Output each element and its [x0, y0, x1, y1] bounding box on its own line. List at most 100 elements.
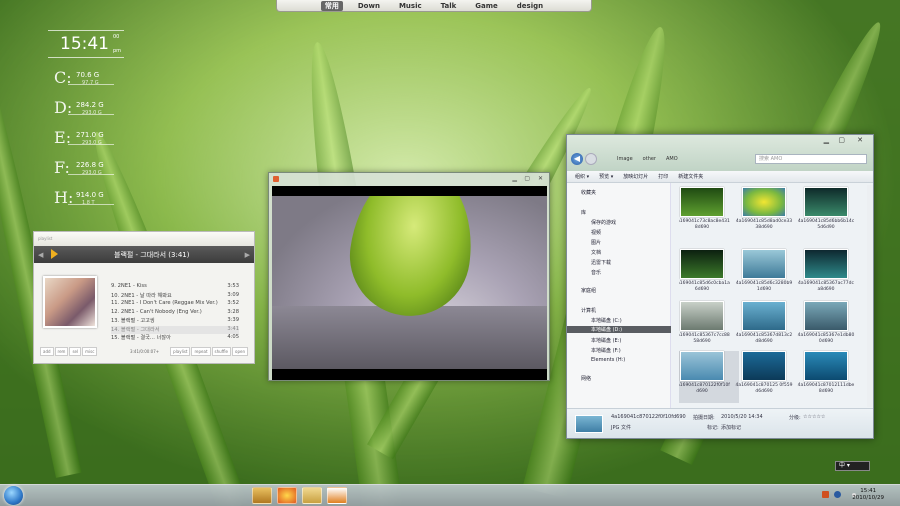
menu-item-game[interactable]: Game	[471, 2, 502, 10]
menu-item-talk[interactable]: Talk	[437, 2, 461, 10]
breadcrumb-item[interactable]: AMO	[666, 156, 678, 162]
organize-button[interactable]: 组织 ▾	[575, 173, 589, 180]
file-thumbnail[interactable]: 4a169041c85d6c0cba1a6d690	[679, 249, 739, 301]
file-thumbnail[interactable]: 4a169041c870125 0f559d6d690	[736, 351, 801, 403]
minimize-icon[interactable]: ▁	[512, 175, 517, 182]
misc-button[interactable]: misc	[82, 347, 98, 356]
drive-divider	[68, 144, 114, 145]
nav-library[interactable]: 库	[581, 209, 586, 216]
start-button-icon[interactable]	[4, 486, 23, 505]
file-thumbnail[interactable]: 4a169041c85367ac77dca8d690	[798, 249, 863, 301]
video-player-window: ▁ ▢ ✕	[268, 172, 550, 381]
playlist-button[interactable]: playlist	[170, 347, 191, 356]
tray-clock[interactable]: 15:41 2010/10/29	[852, 488, 884, 502]
breadcrumb-item[interactable]: other	[643, 156, 656, 162]
maximize-icon[interactable]: ▢	[524, 175, 530, 182]
nav-drive[interactable]: 本地磁盘 (E:)	[591, 337, 621, 344]
help-icon[interactable]	[834, 491, 841, 498]
details-tags-label: 标记:	[707, 425, 719, 431]
playlist-item[interactable]: 11. 2NE1 - I Don't Care (Reggae Mix Ver.…	[111, 300, 239, 309]
menu-item-common[interactable]: 常用	[320, 0, 343, 11]
nav-drive-selected[interactable]: 本地磁盘 (D:)	[567, 326, 671, 333]
nav-library-item[interactable]: 视频	[591, 229, 601, 236]
menu-item-music[interactable]: Music	[395, 2, 426, 10]
search-input[interactable]: 搜索 AMO	[755, 154, 867, 164]
tray-icon[interactable]	[822, 491, 829, 498]
file-grid-scrollbar[interactable]	[867, 185, 873, 407]
play-icon[interactable]	[51, 249, 58, 259]
select-button[interactable]: sel	[69, 347, 82, 356]
drive-divider	[68, 114, 114, 115]
file-thumbnail-selected[interactable]: 4a169041c870122f0f10fd690	[679, 351, 739, 403]
file-thumbnail[interactable]: 4a169041c87012111dbe8d690	[798, 351, 863, 403]
file-thumbnail[interactable]: 4a169041c85d6c3280b91d690	[736, 249, 801, 301]
open-button[interactable]: open	[232, 347, 248, 356]
taskbar-app-icon[interactable]	[277, 487, 297, 504]
nav-library-item[interactable]: 迅雷下载	[591, 259, 611, 266]
nav-library-item[interactable]: 文档	[591, 249, 601, 256]
remove-button[interactable]: rem	[54, 347, 69, 356]
nav-favorites[interactable]: 收藏夹	[581, 189, 596, 196]
file-thumbnail[interactable]: 4a169041c85367c7cc8858d690	[679, 301, 739, 353]
file-thumbnail[interactable]: 4a169041c85367e1db800d690	[798, 301, 863, 353]
back-icon[interactable]: ◀	[571, 153, 583, 165]
shuffle-button[interactable]: shuffle	[211, 347, 232, 356]
file-thumbnail[interactable]: 4a169041c85367d813c2d8d690	[736, 301, 801, 353]
drive-total: 293.0 G	[82, 110, 102, 116]
explorer-titlebar[interactable]: ▁ ▢ ✕ ◀ Image other AMO 搜索 AMO	[567, 135, 873, 171]
nav-computer[interactable]: 计算机	[581, 307, 596, 314]
forward-icon[interactable]	[585, 153, 597, 165]
language-bar[interactable]: 中 ▾	[835, 461, 870, 471]
playlist-item-current[interactable]: 14. 블랙펄 - 그대라서 3:41	[111, 325, 239, 334]
file-thumbnail[interactable]: 4a169041c85d6bb6b14c5d6d90	[798, 187, 863, 239]
nav-library-item[interactable]: 保存的游戏	[591, 219, 616, 226]
nav-homegroup[interactable]: 家庭组	[581, 287, 596, 294]
drive-used: 70.6 G	[76, 71, 100, 79]
video-screen[interactable]	[272, 186, 547, 380]
drive-f-gadget: F: 226.8 G 293.0 G	[54, 158, 114, 180]
menu-item-down[interactable]: Down	[354, 2, 384, 10]
breadcrumb-item[interactable]: Image	[617, 156, 633, 162]
file-thumbnail[interactable]: 4a169041c73c8ac8e4318d690	[679, 187, 739, 239]
nav-network[interactable]: 网络	[581, 375, 591, 382]
drive-total: 293.0 G	[82, 170, 102, 176]
taskbar-folder-icon[interactable]	[302, 487, 322, 504]
close-icon[interactable]: ✕	[857, 136, 863, 144]
drive-used: 284.2 G	[76, 101, 104, 109]
repeat-button[interactable]: repeat	[191, 347, 211, 356]
previous-icon[interactable]: ◀	[38, 251, 43, 259]
maximize-icon[interactable]: ▢	[838, 136, 845, 144]
add-button[interactable]: add	[40, 347, 54, 356]
nav-drive[interactable]: Elements (H:)	[591, 357, 625, 363]
player-titlebar[interactable]: playlist	[34, 232, 254, 246]
minimize-icon[interactable]: ▁	[824, 136, 829, 144]
clock-seconds: 00	[113, 34, 120, 40]
nav-library-item[interactable]: 音乐	[591, 269, 601, 276]
music-player: playlist ◀ 블랙펄 - 그대라서 (3:41) ▶ 9. 2NE1 -…	[33, 231, 255, 364]
details-date-value: 2010/5/20 14:34	[721, 414, 763, 420]
playlist-item[interactable]: 10. 2NE1 - 날 따라 해봐요 3:09	[111, 292, 239, 301]
nav-library-item[interactable]: 图片	[591, 239, 601, 246]
slideshow-button[interactable]: 放映幻灯片	[623, 173, 648, 180]
taskbar-media-icon[interactable]	[327, 487, 347, 504]
drive-used: 271.0 G	[76, 131, 104, 139]
video-titlebar[interactable]: ▁ ▢ ✕	[269, 173, 549, 186]
close-icon[interactable]: ✕	[538, 175, 543, 182]
file-thumbnail[interactable]: 4a169041c85d8ad0ce3338d690	[736, 187, 801, 239]
playlist-item[interactable]: 13. 블랙펄 - 고고씽 3:39	[111, 317, 239, 326]
address-bar[interactable]: Image other AMO	[603, 154, 751, 164]
details-tags-value[interactable]: 添加标记	[721, 424, 741, 431]
nav-drive[interactable]: 本地磁盘 (F:)	[591, 347, 621, 354]
playlist-item[interactable]: 15. 블랙펄 - 결국... 너잖아 4:05	[111, 334, 239, 343]
taskbar-app-icon[interactable]	[252, 487, 272, 504]
new-folder-button[interactable]: 新建文件夹	[678, 173, 703, 180]
playlist-item[interactable]: 9. 2NE1 - Kiss 3:53	[111, 283, 239, 292]
playlist-item[interactable]: 12. 2NE1 - Can't Nobody (Eng Ver.) 3:28	[111, 309, 239, 318]
next-icon[interactable]: ▶	[245, 251, 250, 259]
preview-button[interactable]: 预览 ▾	[599, 173, 613, 180]
details-filename: 4a169041c870122f0f10fd690	[611, 414, 686, 420]
nav-drive[interactable]: 本地磁盘 (C:)	[591, 317, 622, 324]
print-button[interactable]: 打印	[658, 173, 668, 180]
menu-item-design[interactable]: design	[513, 2, 547, 10]
details-rating-stars[interactable]: ☆☆☆☆☆	[803, 414, 825, 420]
